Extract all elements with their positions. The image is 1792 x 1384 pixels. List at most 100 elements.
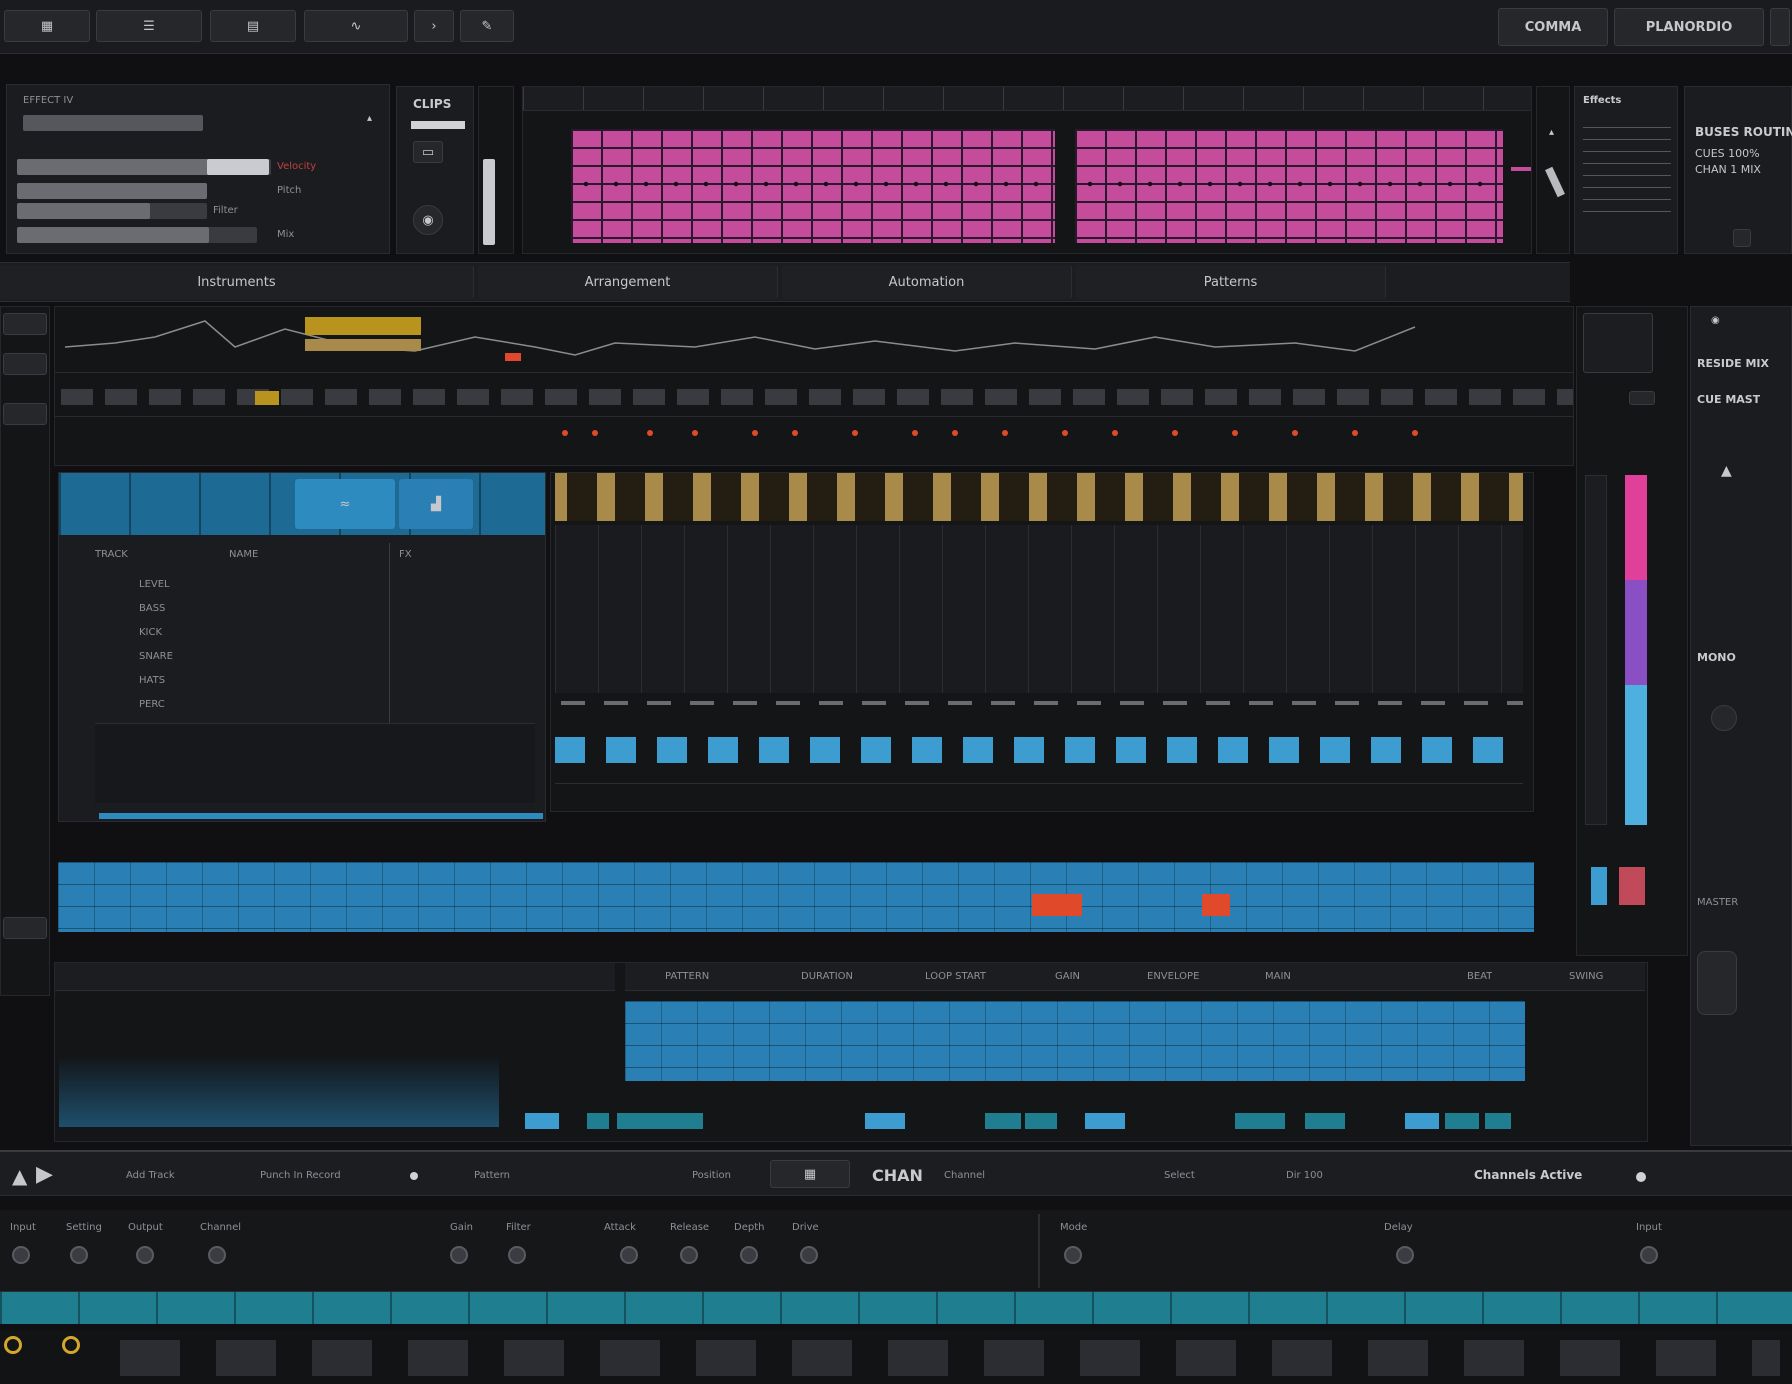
sequencer-step[interactable]	[1320, 737, 1350, 763]
sequencer-step[interactable]	[657, 737, 687, 763]
clip-box-button[interactable]: ▭	[413, 141, 443, 163]
control-knob-11[interactable]	[1064, 1246, 1082, 1264]
control-knob-5[interactable]	[450, 1246, 468, 1264]
section-tab-patterns[interactable]: Patterns	[1076, 265, 1386, 299]
track-list-tab-1[interactable]: ≈	[295, 479, 395, 529]
sequencer-step[interactable]	[810, 737, 840, 763]
clip-record-button[interactable]: ◉	[413, 205, 443, 235]
sequencer-step-row[interactable]	[555, 737, 1523, 763]
sequencer-step[interactable]	[1473, 737, 1503, 763]
clip-lane[interactable]	[58, 862, 1534, 932]
track-row-5[interactable]: HATS	[95, 675, 535, 693]
menu-button-6[interactable]: ✎	[460, 10, 514, 42]
pattern-grid-right[interactable]	[1075, 129, 1503, 243]
editor-step[interactable]	[1305, 1113, 1345, 1129]
clip-lane-red-2[interactable]	[1202, 894, 1230, 916]
header-button-more[interactable]	[1770, 8, 1790, 46]
meter-mini-button[interactable]	[1629, 391, 1655, 405]
editor-step-row[interactable]	[525, 1113, 1695, 1129]
sequencer-step[interactable]	[1116, 737, 1146, 763]
track-list-tab-2[interactable]: ▟	[399, 479, 473, 529]
transport-item-5[interactable]: Channel	[944, 1170, 985, 1181]
control-knob-9[interactable]	[740, 1246, 758, 1264]
left-sidebar-button-2[interactable]	[3, 353, 47, 375]
browser-close-icon[interactable]: ▴	[367, 113, 372, 124]
control-knob-7[interactable]	[620, 1246, 638, 1264]
sequencer-step[interactable]	[912, 737, 942, 763]
browser-slider-3[interactable]	[17, 183, 207, 199]
automation-gold-clip-2[interactable]	[305, 339, 421, 351]
record-dot[interactable]	[410, 1172, 418, 1180]
track-row-2[interactable]: BASS	[95, 603, 535, 621]
sequencer-gold-band[interactable]	[555, 473, 1523, 521]
editor-waveform[interactable]	[59, 1057, 499, 1127]
control-knob-10[interactable]	[800, 1246, 818, 1264]
editor-step[interactable]	[1405, 1113, 1439, 1129]
routing-toggle[interactable]	[1733, 229, 1751, 247]
menu-button-5[interactable]: ›	[414, 10, 454, 42]
side-panel-pad[interactable]	[1697, 951, 1737, 1015]
sequencer-step[interactable]	[1218, 737, 1248, 763]
track-row-1[interactable]: LEVEL	[95, 579, 535, 597]
editor-step[interactable]	[525, 1113, 559, 1129]
browser-slider-4[interactable]	[17, 203, 207, 219]
track-row-6[interactable]: PERC	[95, 699, 535, 717]
menu-button-3[interactable]: ▤	[210, 10, 296, 42]
editor-step[interactable]	[1085, 1113, 1125, 1129]
clip-scroller[interactable]	[478, 86, 514, 254]
sequencer-step[interactable]	[1269, 737, 1299, 763]
pattern-side-scroller[interactable]: ▴	[1536, 86, 1570, 254]
track-row-3[interactable]: KICK	[95, 627, 535, 645]
transport-item-3[interactable]: Pattern	[474, 1170, 510, 1181]
pattern-side-thumb[interactable]	[1545, 166, 1565, 198]
meter-top-button[interactable]	[1583, 313, 1653, 373]
section-tab-automation[interactable]: Automation	[782, 265, 1072, 299]
section-tab-instruments[interactable]: Instruments	[0, 265, 474, 299]
bottom-gold-icon-2[interactable]	[62, 1336, 80, 1354]
transport-item-2[interactable]: Punch In Record	[260, 1170, 341, 1181]
control-knob-4[interactable]	[208, 1246, 226, 1264]
sequencer-step[interactable]	[1065, 737, 1095, 763]
sequencer-step[interactable]	[555, 737, 585, 763]
user-icon[interactable]: ▲	[1721, 463, 1732, 479]
pattern-grid-left[interactable]	[571, 129, 1055, 243]
sequencer-columns[interactable]	[555, 525, 1523, 693]
editor-step[interactable]	[985, 1113, 1021, 1129]
editor-step[interactable]	[1235, 1113, 1285, 1129]
editor-step[interactable]	[1485, 1113, 1511, 1129]
sequencer-step[interactable]	[1167, 737, 1197, 763]
control-knob-12[interactable]	[1396, 1246, 1414, 1264]
play-button-2[interactable]: ▶	[36, 1162, 53, 1187]
transport-item-7[interactable]: Dir 100	[1286, 1170, 1323, 1181]
control-knob-1[interactable]	[12, 1246, 30, 1264]
side-panel-knob[interactable]	[1711, 705, 1737, 731]
sequencer-step[interactable]	[708, 737, 738, 763]
sequencer-step[interactable]	[1014, 737, 1044, 763]
header-button-comma[interactable]: COMMA	[1498, 8, 1608, 46]
control-knob-13[interactable]	[1640, 1246, 1658, 1264]
sequencer-step[interactable]	[606, 737, 636, 763]
left-sidebar-button-1[interactable]	[3, 313, 47, 335]
transport-item-6[interactable]: Select	[1164, 1170, 1195, 1181]
transport-item-4[interactable]: Position	[692, 1170, 731, 1181]
browser-slider-2-handle[interactable]	[207, 159, 269, 175]
control-knob-2[interactable]	[70, 1246, 88, 1264]
status-dot[interactable]	[1636, 1172, 1646, 1182]
sequencer-step[interactable]	[1371, 737, 1401, 763]
bottom-gold-icon[interactable]	[4, 1336, 22, 1354]
control-knob-3[interactable]	[136, 1246, 154, 1264]
editor-step[interactable]	[1445, 1113, 1479, 1129]
transport-center-button[interactable]: ▦	[770, 1160, 850, 1188]
editor-step[interactable]	[1025, 1113, 1057, 1129]
automation-curve[interactable]	[55, 307, 1575, 373]
editor-step[interactable]	[587, 1113, 609, 1129]
clip-lane-red-1[interactable]	[1032, 894, 1082, 916]
transport-item-1[interactable]: Add Track	[126, 1170, 175, 1181]
automation-gold-clip[interactable]	[305, 317, 421, 335]
browser-slider-5[interactable]	[17, 227, 257, 243]
left-sidebar-button-4[interactable]	[3, 917, 47, 939]
editor-blue-lane[interactable]	[625, 1001, 1525, 1081]
sequencer-step[interactable]	[1422, 737, 1452, 763]
control-knob-6[interactable]	[508, 1246, 526, 1264]
editor-step[interactable]	[617, 1113, 703, 1129]
